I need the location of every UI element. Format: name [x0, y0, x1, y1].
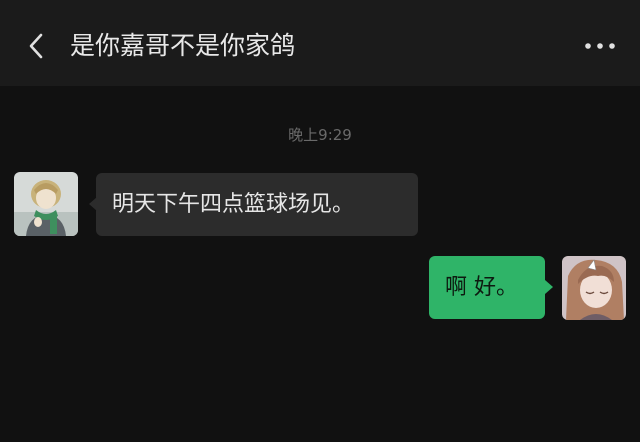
- more-options-button[interactable]: [580, 26, 620, 66]
- back-button[interactable]: [22, 26, 50, 66]
- chat-title: 是你嘉哥不是你家鸽: [70, 31, 296, 60]
- chat-header: 是你嘉哥不是你家鸽: [0, 0, 640, 86]
- more-dots-icon: [585, 43, 615, 49]
- contact-avatar[interactable]: [14, 172, 78, 236]
- outgoing-message-bubble[interactable]: 啊 好。: [429, 256, 553, 319]
- chat-screen: 是你嘉哥不是你家鸽 晚上9:29 明天下午四点篮球场见。 啊 好。: [0, 0, 640, 442]
- chevron-left-icon: [29, 33, 43, 59]
- my-avatar[interactable]: [562, 256, 626, 320]
- message-timestamp: 晚上9:29: [288, 126, 352, 144]
- incoming-message-bubble[interactable]: 明天下午四点篮球场见。: [89, 173, 418, 236]
